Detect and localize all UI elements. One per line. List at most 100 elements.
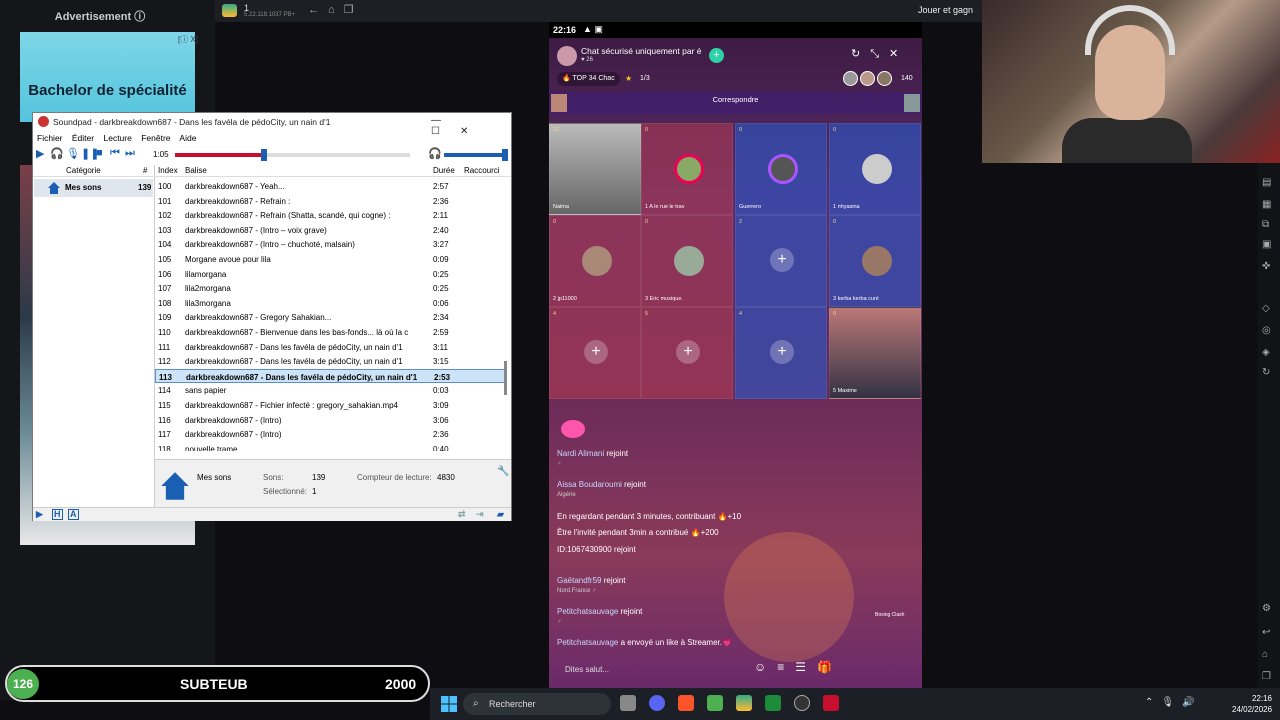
- shortcut-column-header[interactable]: Raccourci: [464, 166, 500, 175]
- follow-button[interactable]: +: [709, 48, 724, 63]
- viewer-avatar[interactable]: [860, 71, 875, 86]
- home-icon[interactable]: ⌂: [1262, 649, 1268, 660]
- back-icon[interactable]: ↩: [1262, 627, 1270, 638]
- guest-cell[interactable]: 4 +: [549, 307, 641, 399]
- advertisement-banner[interactable]: [20, 32, 195, 122]
- ad-choices-icon[interactable]: [ⓘ X]: [178, 34, 198, 45]
- bottom-actions[interactable]: ☺≡☰🎁: [754, 660, 843, 674]
- sound-row[interactable]: 103 darkbreakdown687 - (Intro – voix grav…: [155, 223, 505, 238]
- navigation-icons[interactable]: ←⌂❐: [308, 3, 363, 16]
- playback-progress-bar[interactable]: [175, 149, 410, 161]
- match-label[interactable]: Correspondre: [549, 95, 922, 104]
- refresh-icon[interactable]: ↻: [1262, 367, 1270, 378]
- next-icon[interactable]: ⏭: [125, 147, 135, 160]
- discord-icon[interactable]: [649, 695, 665, 711]
- chat-user[interactable]: Gaëtandfr59: [557, 576, 601, 585]
- sound-row[interactable]: 101 darkbreakdown687 - Refrain : 2:36: [155, 194, 505, 209]
- guest-cell[interactable]: 0 5 Maxime: [829, 307, 921, 399]
- hotkey-icon[interactable]: H: [52, 509, 63, 520]
- guest-cell[interactable]: 16 Naima: [549, 123, 641, 215]
- guest-cell[interactable]: 0 1 nhyasina: [829, 123, 921, 215]
- empty-seat-icon[interactable]: +: [676, 340, 700, 364]
- menu-edit[interactable]: Éditer: [72, 133, 94, 143]
- windows-start-icon[interactable]: [441, 696, 457, 712]
- chart-icon[interactable]: ▤: [1262, 177, 1271, 188]
- empty-seat-icon[interactable]: +: [770, 248, 794, 272]
- layers-icon[interactable]: ◈: [1262, 347, 1270, 358]
- skip-icon[interactable]: ⇥: [476, 509, 484, 520]
- empty-seat-icon[interactable]: +: [770, 340, 794, 364]
- menu-window[interactable]: Fenêtre: [141, 133, 170, 143]
- settings-icon[interactable]: ⚙: [1262, 603, 1271, 614]
- play-icon[interactable]: ▶: [36, 509, 43, 520]
- notepad-icon[interactable]: [707, 695, 723, 711]
- location-icon[interactable]: ◎: [1262, 325, 1271, 336]
- viewer-avatar[interactable]: [877, 71, 892, 86]
- youtube-icon[interactable]: [823, 695, 839, 711]
- headphones-icon[interactable]: 🎧: [50, 147, 64, 160]
- sound-row[interactable]: 107 lila2morgana 0:25: [155, 281, 505, 296]
- empty-seat-icon[interactable]: +: [584, 340, 608, 364]
- menu-help[interactable]: Aide: [179, 133, 196, 143]
- sound-row[interactable]: 117 darkbreakdown687 - (Intro) 2:36: [155, 427, 505, 442]
- guest-count[interactable]: 1/3: [640, 75, 650, 82]
- guest-cell[interactable]: 0 3 Eric musique.: [641, 215, 733, 307]
- list-scrollbar[interactable]: [504, 361, 507, 395]
- sound-row[interactable]: 100 darkbreakdown687 - Yeah... 2:57: [155, 179, 505, 194]
- brave-icon[interactable]: [678, 695, 694, 711]
- category-column-count[interactable]: #: [143, 166, 147, 175]
- sound-row[interactable]: 108 lila3morgana 0:06: [155, 296, 505, 311]
- guest-cell[interactable]: 5 +: [641, 307, 733, 399]
- volume-knob[interactable]: [502, 149, 508, 161]
- tag-icon[interactable]: ◇: [1262, 303, 1270, 314]
- taskbar-search[interactable]: Rechercher: [463, 693, 611, 715]
- volume-slider[interactable]: [444, 149, 508, 161]
- header-actions[interactable]: ↻⤡✕: [851, 47, 908, 61]
- controller-icon[interactable]: ✜: [1262, 261, 1270, 272]
- sound-row[interactable]: 115 darkbreakdown687 - Fichier infecté : …: [155, 398, 505, 413]
- menu-file[interactable]: Fichier: [37, 133, 63, 143]
- auto-icon[interactable]: A: [68, 509, 79, 520]
- chat-user[interactable]: Petitchatsauvage: [557, 607, 618, 616]
- sound-row[interactable]: 111 darkbreakdown687 - Dans les favéla de…: [155, 340, 505, 355]
- star-icon[interactable]: ★: [625, 74, 632, 83]
- chat-icon[interactable]: ▰: [497, 509, 504, 520]
- sound-row[interactable]: 114 sans papier 0:03: [155, 383, 505, 398]
- viewer-count[interactable]: 140: [901, 75, 913, 82]
- sound-row[interactable]: 113 darkbreakdown687 - Dans les favéla de…: [155, 368, 505, 384]
- sound-row[interactable]: 106 lilamorgana 0:25: [155, 267, 505, 282]
- microphone-icon[interactable]: 🎙: [66, 147, 80, 160]
- play-and-win-link[interactable]: Jouer et gagn: [918, 5, 973, 15]
- play-icon[interactable]: ▶: [36, 147, 44, 160]
- chat-user[interactable]: Aissa Boudaroumi: [557, 480, 622, 489]
- image-icon[interactable]: ▣: [1262, 239, 1271, 250]
- sound-row[interactable]: 109 darkbreakdown687 - Gregory Sahakian..…: [155, 310, 505, 325]
- nvidia-icon[interactable]: [765, 695, 781, 711]
- viewer-avatar[interactable]: [843, 71, 858, 86]
- chat-input[interactable]: Dites salut...: [555, 660, 745, 680]
- screenshot-icon[interactable]: ⧉: [1262, 219, 1269, 230]
- recent-apps-icon[interactable]: ❐: [1262, 671, 1271, 682]
- category-column-name[interactable]: Catégorie: [66, 166, 101, 175]
- guest-cell[interactable]: 2 +: [735, 215, 827, 307]
- repeat-icon[interactable]: ⇄: [458, 509, 466, 520]
- file-explorer-icon[interactable]: [620, 695, 636, 711]
- taskbar-clock[interactable]: 22:16 24/02/2026: [1232, 693, 1272, 715]
- system-tray[interactable]: ⌃🎙🔊: [1145, 697, 1203, 708]
- chat-user[interactable]: Nardi Alimani: [557, 449, 604, 458]
- sound-row[interactable]: 110 darkbreakdown687 - Bienvenue dans les…: [155, 325, 505, 340]
- sound-row[interactable]: 116 darkbreakdown687 - (Intro) 3:06: [155, 413, 505, 428]
- guest-cell[interactable]: 4 +: [735, 307, 827, 399]
- tag-column-header[interactable]: Balise: [185, 166, 207, 175]
- soundpad-titlebar[interactable]: Soundpad - darkbreakdown687 - Dans les f…: [33, 113, 511, 137]
- sound-row[interactable]: 105 Morgane avoue pour lila 0:09: [155, 252, 505, 267]
- progress-knob[interactable]: [261, 149, 268, 161]
- boxing-clash-label[interactable]: Boxing Clash: [875, 612, 904, 618]
- guest-cell[interactable]: 0 1 A le rue le trav: [641, 123, 733, 215]
- index-column-header[interactable]: Index: [158, 166, 178, 175]
- menu-playback[interactable]: Lecture: [103, 133, 131, 143]
- sound-row[interactable]: 102 darkbreakdown687 - Refrain (Shatta, s…: [155, 208, 505, 223]
- stop-icon[interactable]: ■: [96, 147, 103, 159]
- duration-column-header[interactable]: Durée: [433, 166, 455, 175]
- grid-icon[interactable]: ▦: [1262, 199, 1271, 210]
